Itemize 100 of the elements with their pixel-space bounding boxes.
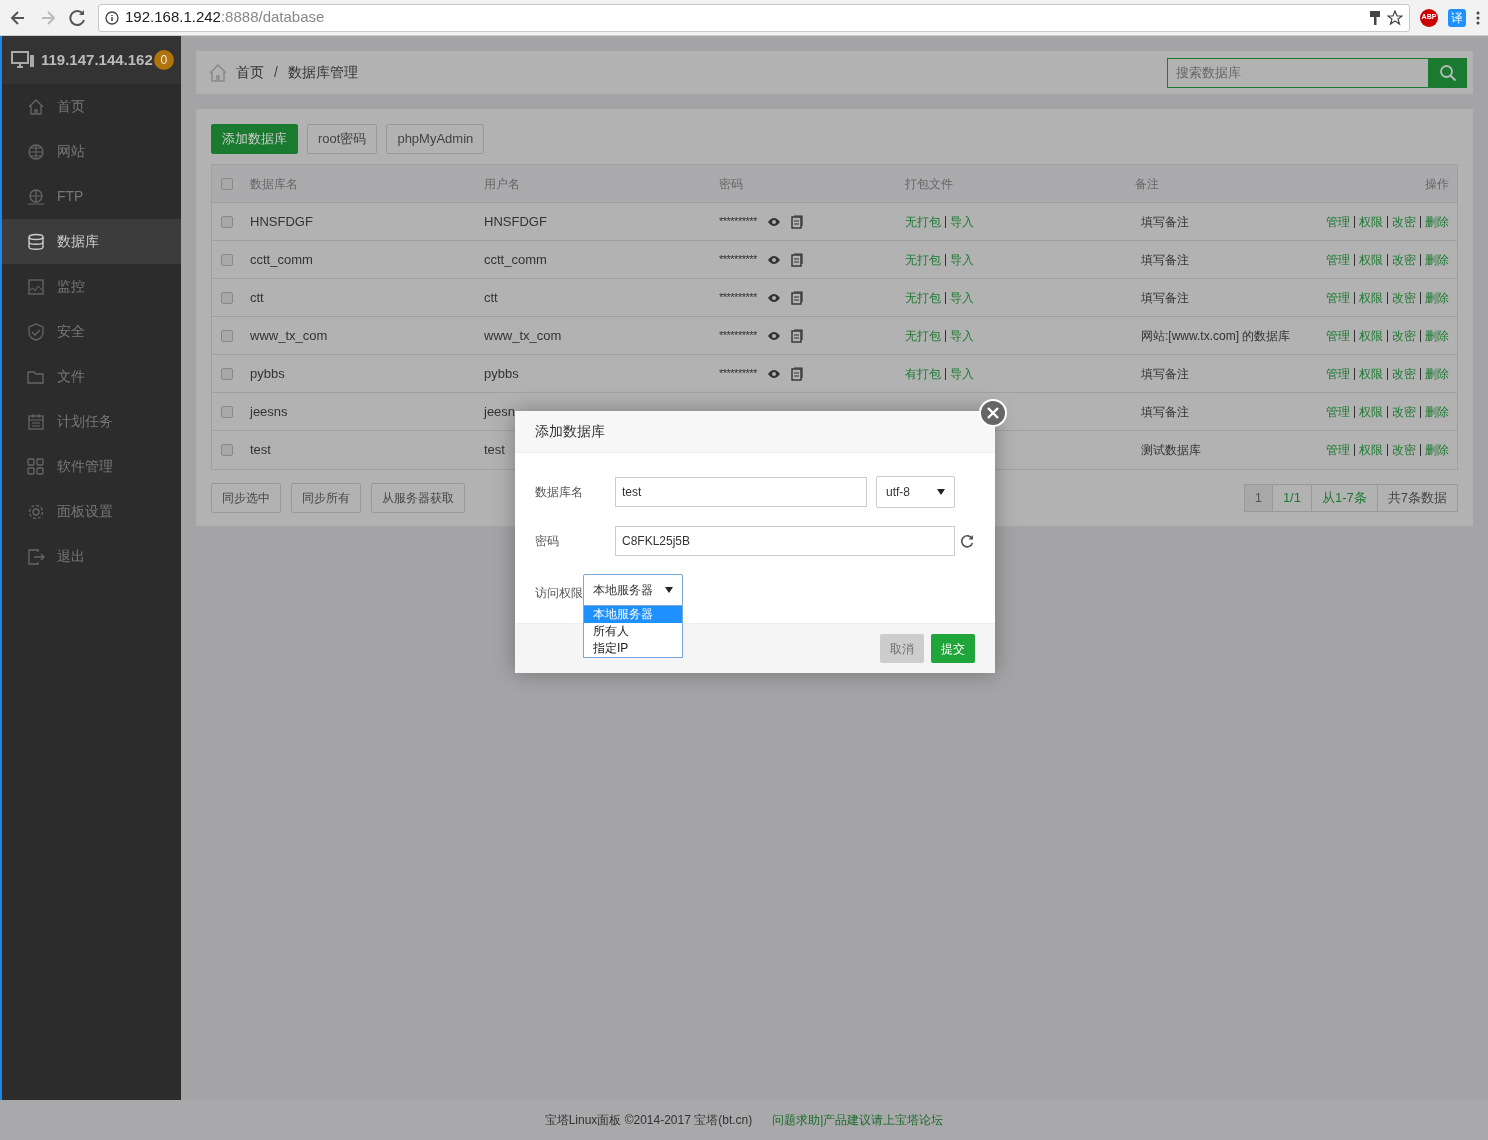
column-header: 密码: [719, 175, 743, 193]
toolbar-button[interactable]: root密码: [307, 124, 378, 154]
regenerate-button[interactable]: [960, 534, 974, 548]
link[interactable]: 删除: [1425, 326, 1449, 345]
dropdown-option[interactable]: 所有人: [584, 623, 682, 640]
submit-button[interactable]: 提交: [931, 634, 975, 663]
link[interactable]: 删除: [1425, 212, 1449, 231]
link[interactable]: 管理: [1326, 288, 1350, 307]
dropdown-option[interactable]: 指定IP: [584, 640, 682, 657]
link[interactable]: 无打包: [905, 250, 941, 269]
link[interactable]: 删除: [1425, 250, 1449, 269]
link[interactable]: 权限: [1359, 326, 1383, 345]
link[interactable]: 导入: [950, 326, 974, 345]
link[interactable]: 删除: [1425, 364, 1449, 383]
link[interactable]: 权限: [1359, 441, 1383, 459]
toolbar-button[interactable]: 添加数据库: [211, 124, 298, 154]
link[interactable]: 无打包: [905, 288, 941, 307]
note-text[interactable]: 填写备注: [1141, 212, 1189, 231]
pagination-item[interactable]: 1: [1244, 485, 1272, 511]
checkbox[interactable]: [221, 329, 233, 342]
sidebar-item[interactable]: 退出: [2, 534, 181, 579]
show-password-button[interactable]: [766, 254, 781, 265]
note-text[interactable]: 填写备注: [1141, 250, 1189, 269]
sidebar-item[interactable]: 数据库: [2, 219, 181, 264]
sidebar-item[interactable]: 面板设置: [2, 489, 181, 534]
note-text[interactable]: 填写备注: [1141, 402, 1189, 421]
access-select[interactable]: 本地服务器: [583, 574, 683, 606]
copy-button[interactable]: [790, 214, 803, 229]
link[interactable]: 导入: [950, 288, 974, 307]
link[interactable]: 改密: [1392, 212, 1416, 231]
checkbox[interactable]: [221, 367, 233, 380]
pagination-item[interactable]: 从1-7条: [1310, 485, 1377, 511]
copy-button[interactable]: [790, 328, 803, 343]
link[interactable]: 管理: [1326, 250, 1350, 269]
sidebar-item[interactable]: 文件: [2, 354, 181, 399]
link[interactable]: 删除: [1425, 441, 1449, 459]
note-text[interactable]: 填写备注: [1141, 364, 1189, 383]
checkbox[interactable]: [221, 215, 233, 228]
link[interactable]: 管理: [1326, 364, 1350, 383]
cancel-button[interactable]: 取消: [880, 634, 924, 663]
charset-select[interactable]: utf-8: [876, 476, 955, 508]
link[interactable]: 有打包: [905, 364, 941, 383]
password-field[interactable]: C8FKL25j5B: [615, 526, 955, 556]
link[interactable]: 导入: [950, 212, 974, 231]
copy-button[interactable]: [790, 290, 803, 305]
link[interactable]: 管理: [1326, 212, 1350, 231]
bulk-action-button[interactable]: 同步选中: [211, 483, 281, 513]
link[interactable]: 导入: [950, 250, 974, 269]
link[interactable]: 权限: [1359, 364, 1383, 383]
extension-button[interactable]: 译: [1448, 8, 1466, 27]
sidebar-item[interactable]: 网站: [2, 129, 181, 174]
sidebar-item[interactable]: FTP: [2, 174, 181, 219]
checkbox[interactable]: [221, 405, 233, 418]
link[interactable]: 改密: [1392, 364, 1416, 383]
sidebar-item[interactable]: 首页: [2, 84, 181, 129]
dropdown-option[interactable]: 本地服务器: [584, 606, 682, 623]
link[interactable]: 删除: [1425, 402, 1449, 421]
pagination-item[interactable]: 1/1: [1271, 485, 1311, 511]
show-password-button[interactable]: [766, 330, 781, 341]
checkbox[interactable]: [221, 177, 233, 190]
link[interactable]: 无打包: [905, 212, 941, 231]
bulk-action-button[interactable]: 从服务器获取: [371, 483, 465, 513]
link[interactable]: 无打包: [905, 326, 941, 345]
search-field[interactable]: 搜索数据库: [1167, 57, 1429, 88]
input-field[interactable]: test: [615, 477, 867, 507]
link[interactable]: 改密: [1392, 402, 1416, 421]
show-password-button[interactable]: [766, 216, 781, 227]
sidebar-item[interactable]: 安全: [2, 309, 181, 354]
checkbox[interactable]: [221, 253, 233, 266]
note-text[interactable]: 网站:[www.tx.com] 的数据库: [1141, 326, 1291, 345]
link[interactable]: 改密: [1392, 441, 1416, 459]
link[interactable]: 权限: [1359, 212, 1383, 231]
link[interactable]: 改密: [1392, 250, 1416, 269]
checkbox[interactable]: [221, 291, 233, 304]
sidebar-item[interactable]: 软件管理: [2, 444, 181, 489]
link[interactable]: 管理: [1326, 402, 1350, 421]
toolbar-button[interactable]: phpMyAdmin: [386, 124, 485, 154]
breadcrumb-item[interactable]: 首页: [236, 62, 264, 83]
footer-link[interactable]: 问题求助|产品建议请上宝塔论坛: [772, 1111, 944, 1129]
copy-button[interactable]: [790, 252, 803, 267]
bulk-action-button[interactable]: 同步所有: [291, 483, 361, 513]
sidebar-item[interactable]: 监控: [2, 264, 181, 309]
link[interactable]: 管理: [1326, 441, 1350, 459]
note-text[interactable]: 填写备注: [1141, 288, 1189, 307]
address-bar[interactable]: 192.168.1.242:8888/database: [98, 3, 1410, 32]
link[interactable]: 权限: [1359, 250, 1383, 269]
show-password-button[interactable]: [766, 368, 781, 379]
checkbox[interactable]: [221, 444, 233, 456]
link[interactable]: 权限: [1359, 402, 1383, 421]
link[interactable]: 改密: [1392, 326, 1416, 345]
search-button[interactable]: [1429, 57, 1467, 88]
link[interactable]: 删除: [1425, 288, 1449, 307]
link[interactable]: 改密: [1392, 288, 1416, 307]
link[interactable]: 权限: [1359, 288, 1383, 307]
sidebar-item[interactable]: 计划任务: [2, 399, 181, 444]
copy-button[interactable]: [790, 366, 803, 381]
link[interactable]: 管理: [1326, 326, 1350, 345]
link[interactable]: 导入: [950, 364, 974, 383]
show-password-button[interactable]: [766, 292, 781, 303]
note-text[interactable]: 测试数据库: [1141, 441, 1201, 459]
